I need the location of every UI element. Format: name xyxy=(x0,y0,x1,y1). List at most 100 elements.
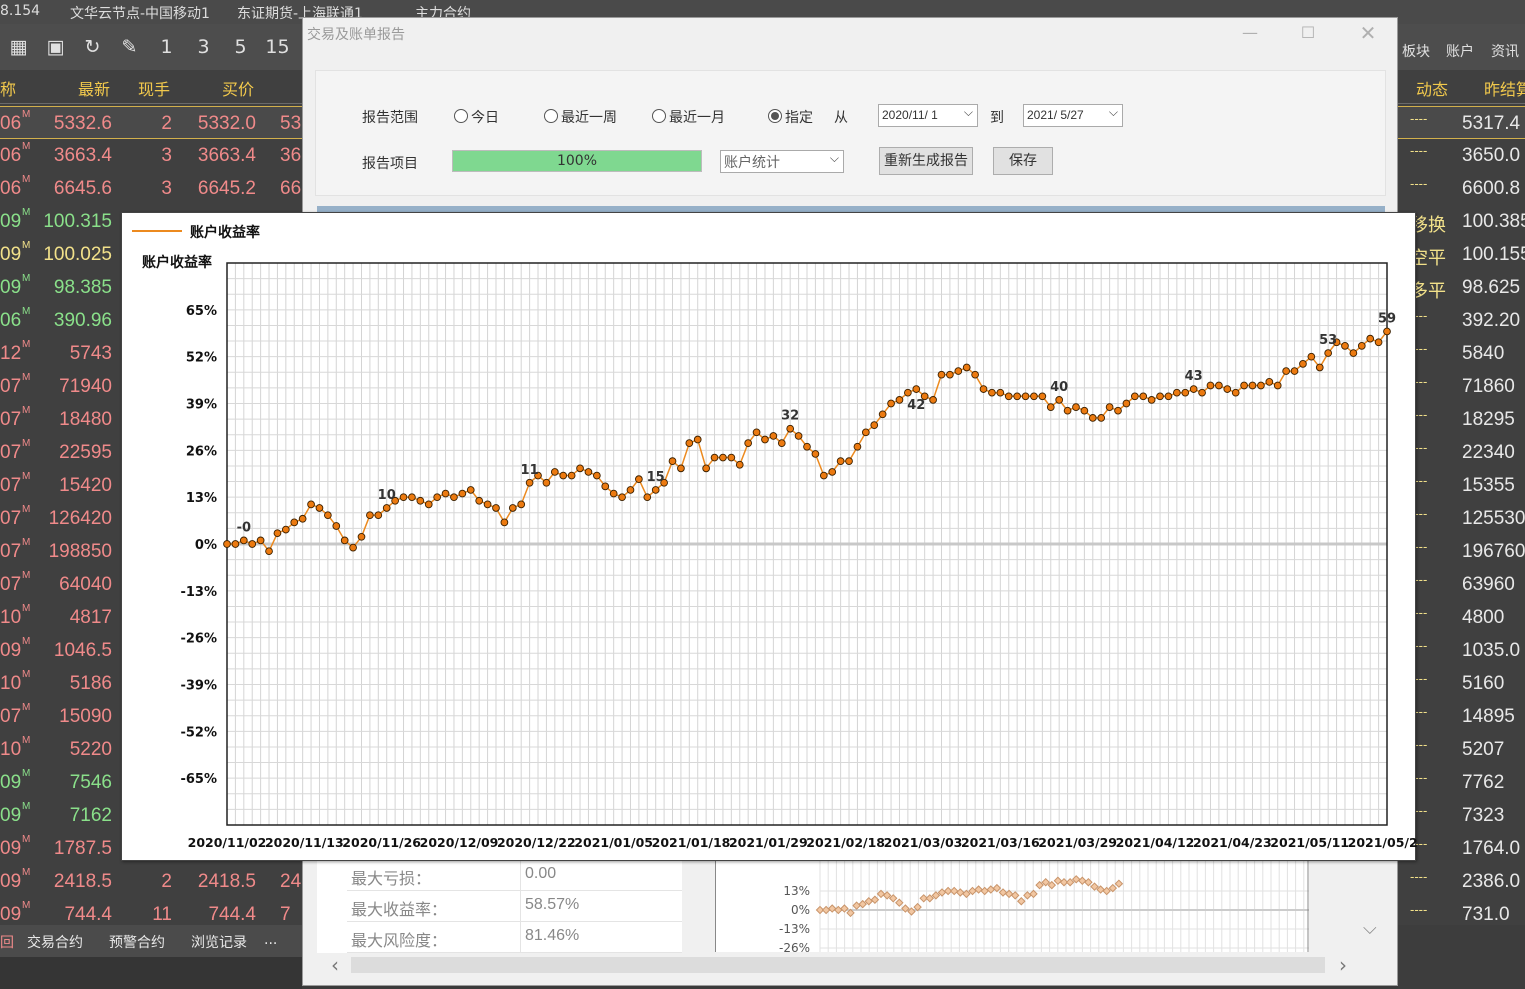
quote-row-right[interactable]: ---- 1035.0 xyxy=(1398,634,1525,667)
stat-divider xyxy=(520,922,521,953)
main-contract-mark: M xyxy=(22,207,31,218)
radio-week[interactable] xyxy=(544,109,558,123)
quote-row-right[interactable]: ---- 6600.8 xyxy=(1398,172,1525,205)
horizontal-scrollbar[interactable]: ‹ › xyxy=(317,953,1355,977)
maximize-icon[interactable]: ☐ xyxy=(1293,20,1323,46)
data-label: -0 xyxy=(237,520,251,535)
to-date-picker[interactable]: 2021/ 5/27 ⌵ xyxy=(1023,104,1123,127)
scroll-left-icon[interactable]: ‹ xyxy=(331,953,339,977)
main-contract-mark: M xyxy=(22,504,31,515)
main-contract-mark: M xyxy=(22,405,31,416)
item-label: 报告项目 xyxy=(362,156,418,172)
save-icon[interactable]: ▣ xyxy=(37,36,74,58)
radio-week-label[interactable]: 最近一周 xyxy=(561,107,617,127)
quote-row-right[interactable]: ---- 1764.0 xyxy=(1398,832,1525,865)
radio-custom[interactable] xyxy=(768,109,782,123)
quote-row-right[interactable]: ---- 63960 xyxy=(1398,568,1525,601)
tab-alert-contracts[interactable]: 预警合约 xyxy=(109,932,165,952)
quote-row-right[interactable]: ---- 2386.0 xyxy=(1398,865,1525,898)
quote-row-right[interactable]: ---- 14895 xyxy=(1398,700,1525,733)
data-point xyxy=(525,478,534,487)
scroll-down-icon[interactable]: ⌵ xyxy=(1363,918,1377,939)
quote-row-right[interactable]: ---- 7762 xyxy=(1398,766,1525,799)
quote-row-right[interactable]: 多平 98.625 xyxy=(1398,271,1525,304)
quote-row-right[interactable]: ---- 15355 xyxy=(1398,469,1525,502)
quote-row-right[interactable]: ---- 71860 xyxy=(1398,370,1525,403)
last-price: 18480 xyxy=(59,409,112,430)
bottom-tabs: 回 交易合约 预警合约 浏览记录 ... xyxy=(0,925,302,957)
one-icon[interactable]: 1 xyxy=(148,36,185,58)
volume: 2 xyxy=(161,871,172,892)
data-point xyxy=(559,471,568,480)
stat-divider xyxy=(520,891,521,922)
five-icon[interactable]: 5 xyxy=(222,36,259,58)
radio-month[interactable] xyxy=(652,109,666,123)
data-label: 53 xyxy=(1319,333,1337,348)
data-point xyxy=(1366,334,1375,343)
from-date-picker[interactable]: 2020/11/ 1 ⌵ xyxy=(878,104,978,127)
scroll-right-icon[interactable]: › xyxy=(1339,953,1347,977)
bankuai-button[interactable]: 板块 xyxy=(1402,41,1430,61)
quote-row-right[interactable]: ---- 18295 xyxy=(1398,403,1525,436)
table-icon[interactable]: ▦ xyxy=(0,36,37,58)
tab-trade-contracts[interactable]: 交易合约 xyxy=(27,932,83,952)
contract-code: 09 xyxy=(0,838,22,859)
refresh-icon[interactable]: ↻ xyxy=(74,36,111,58)
data-point xyxy=(1105,403,1114,411)
quote-row-right[interactable]: 移换 100.385 xyxy=(1398,205,1525,238)
account-button[interactable]: 账户 xyxy=(1446,41,1474,61)
contract-code: 12 xyxy=(0,343,22,364)
data-point xyxy=(1265,378,1274,386)
mini-data-point xyxy=(1078,876,1087,886)
tab-0[interactable]: 回 xyxy=(0,932,14,952)
col-prev-settle-header[interactable]: 昨结算 xyxy=(1484,76,1525,100)
quote-row-right[interactable]: ---- 5207 xyxy=(1398,733,1525,766)
quote-row-right[interactable]: ---- 5317.4 xyxy=(1398,106,1525,139)
pencil-icon[interactable]: ✎ xyxy=(111,36,148,58)
regenerate-report-button[interactable]: 重新生成报告 xyxy=(879,147,973,175)
quote-row[interactable]: 09 M 744.4 11 744.4 7 xyxy=(0,898,302,925)
save-button[interactable]: 保存 xyxy=(993,147,1053,175)
minimize-icon[interactable]: — xyxy=(1235,20,1265,46)
y-tick-label: 52% xyxy=(186,351,217,366)
col-hand-header[interactable]: 现手 xyxy=(138,76,170,100)
radio-custom-label[interactable]: 指定 xyxy=(785,107,813,127)
tab-browse-history[interactable]: 浏览记录 xyxy=(191,932,247,952)
col-bid-header[interactable]: 买价 xyxy=(222,76,254,100)
quote-row[interactable]: 06 M 5332.6 2 5332.0 53 xyxy=(0,106,302,139)
data-point xyxy=(1290,367,1299,375)
quote-grid-right: 动态 昨结算 ---- 5317.4 ---- 3650.0 ---- 6600.8 移换 1… xyxy=(1398,70,1525,925)
radio-today-label[interactable]: 今日 xyxy=(471,107,499,127)
col-last-header[interactable]: 最新 xyxy=(78,76,110,100)
scroll-thumb[interactable] xyxy=(351,957,1325,973)
quote-row-right[interactable]: ---- 731.0 xyxy=(1398,898,1525,925)
quote-row-right[interactable]: ---- 22340 xyxy=(1398,436,1525,469)
tab-more[interactable]: ... xyxy=(264,932,277,948)
quote-row-right[interactable]: 空平 100.155 xyxy=(1398,238,1525,271)
radio-today[interactable] xyxy=(454,109,468,123)
quote-row-right[interactable]: ---- 7323 xyxy=(1398,799,1525,832)
quote-row[interactable]: 06 M 6645.6 3 6645.2 66 xyxy=(0,172,302,205)
stats-table: 最大亏损： 0.00 最大收益率： 58.57% 最大风险度： 81.46% xyxy=(317,858,682,953)
data-point xyxy=(1013,392,1021,401)
news-button[interactable]: 资讯 xyxy=(1491,41,1519,61)
col-name-header[interactable]: 称 xyxy=(0,76,16,100)
quote-row-right[interactable]: ---- 3650.0 xyxy=(1398,139,1525,172)
three-icon[interactable]: 3 xyxy=(185,36,222,58)
contract-code: 07 xyxy=(0,409,22,430)
fifteen-icon[interactable]: 15 xyxy=(259,36,296,58)
quote-row-right[interactable]: ---- 4800 xyxy=(1398,601,1525,634)
quote-row-right[interactable]: ---- 392.20 xyxy=(1398,304,1525,337)
report-type-select[interactable]: 账户统计 ⌵ xyxy=(720,150,844,173)
y-tick-label: 26% xyxy=(186,444,217,459)
radio-month-label[interactable]: 最近一月 xyxy=(669,107,725,127)
mini-data-point xyxy=(980,886,989,896)
close-icon[interactable]: ✕ xyxy=(1353,20,1383,46)
quote-row-right[interactable]: ---- 5160 xyxy=(1398,667,1525,700)
quote-row-right[interactable]: ---- 5840 xyxy=(1398,337,1525,370)
quote-row[interactable]: 09 M 2418.5 2 2418.5 24 xyxy=(0,865,302,898)
quote-row[interactable]: 06 M 3663.4 3 3663.4 36 xyxy=(0,139,302,172)
quote-row-right[interactable]: ---- 125530 xyxy=(1398,502,1525,535)
quote-row-right[interactable]: ---- 196760 xyxy=(1398,535,1525,568)
col-dynamic-header[interactable]: 动态 xyxy=(1416,76,1448,100)
